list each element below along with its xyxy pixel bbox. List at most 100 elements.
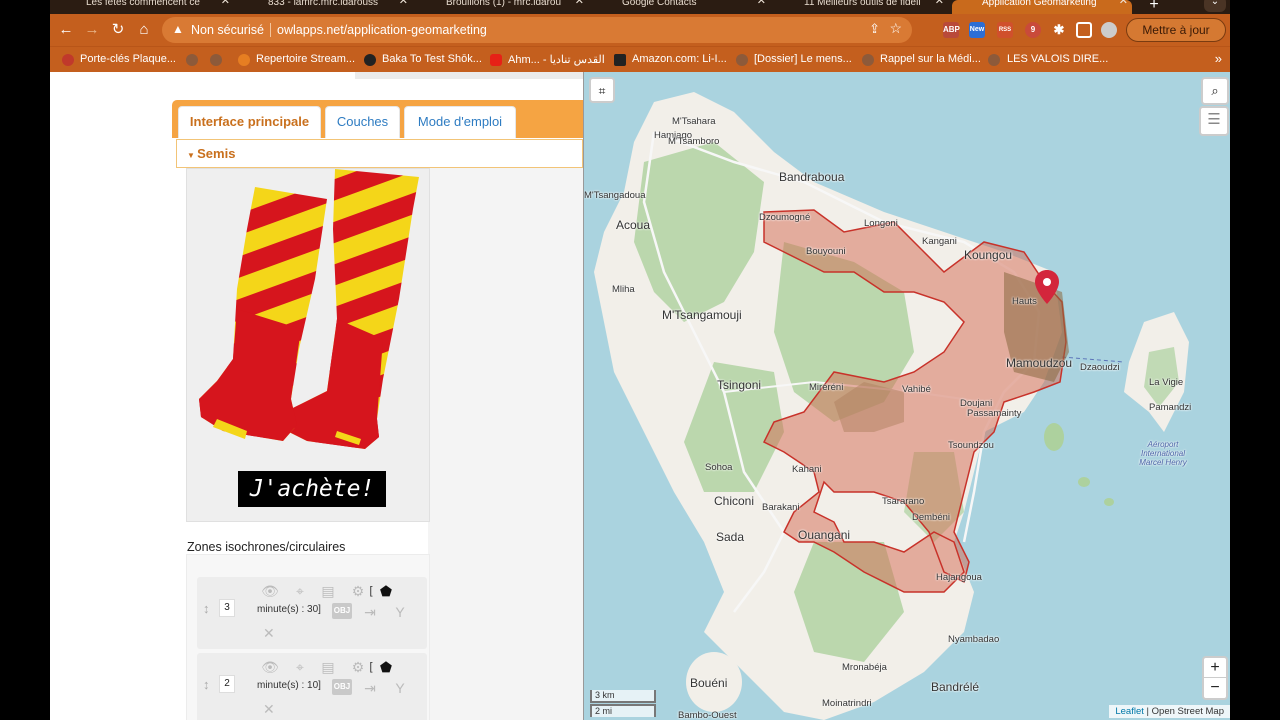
map-tiles bbox=[594, 92, 1189, 720]
accordion-semis[interactable]: ▼ Semis bbox=[176, 139, 583, 168]
browser-tab[interactable]: Brouillons (1) - mrc.idarou ✕ bbox=[416, 0, 588, 14]
warning-icon: ▲ bbox=[172, 22, 184, 36]
browser-tab[interactable]: Les fêtes commencent ce ✕ bbox=[56, 0, 234, 14]
layers-icon[interactable]: ☰ bbox=[1199, 106, 1229, 136]
crosshair-icon[interactable]: ⌖ bbox=[291, 658, 309, 676]
map-label: Longoni bbox=[864, 218, 898, 229]
reload-icon[interactable]: ↻ bbox=[108, 20, 128, 40]
bookmark-item[interactable]: [Dossier] Le mens... bbox=[754, 53, 852, 65]
address-bar[interactable]: ▲ Non sécurisé owlapps.net/application-g… bbox=[162, 17, 912, 43]
puzzle-icon[interactable]: ✱ bbox=[1051, 22, 1067, 38]
gear-icon[interactable]: ⚙ bbox=[349, 582, 367, 600]
update-button[interactable]: Mettre à jour bbox=[1126, 18, 1226, 42]
new-tab-icon[interactable]: + bbox=[1142, 0, 1166, 13]
bookmark-item[interactable]: Amazon.com: Li-I... bbox=[632, 53, 727, 65]
reorder-icon[interactable]: ↕ bbox=[203, 677, 210, 692]
close-tab-icon[interactable]: ✕ bbox=[221, 0, 230, 7]
crosshair-icon[interactable]: ⌖ bbox=[291, 582, 309, 600]
map-label: M'Tsangadoua bbox=[584, 190, 646, 201]
bookmark-item[interactable]: Repertoire Stream... bbox=[256, 53, 355, 65]
back-icon[interactable]: ← bbox=[56, 20, 76, 40]
tab-search-icon[interactable]: ⌄ bbox=[1204, 0, 1226, 12]
leaflet-link[interactable]: Leaflet bbox=[1115, 706, 1144, 717]
tab-mode-emploi[interactable]: Mode d'emploi bbox=[404, 106, 516, 138]
browser-toolbar: ← → ↻ ⌂ ▲ Non sécurisé owlapps.net/appli… bbox=[50, 14, 1230, 46]
close-tab-icon[interactable]: ✕ bbox=[935, 0, 944, 7]
location-marker-icon[interactable] bbox=[1034, 270, 1060, 306]
map-label: Bouyouni bbox=[806, 246, 846, 257]
fullscreen-icon[interactable]: ⌗ bbox=[589, 77, 615, 103]
abp-icon[interactable]: ABP bbox=[943, 22, 960, 38]
visibility-icon[interactable]: 👁 bbox=[261, 582, 279, 600]
browser-tab[interactable]: Google Contacts ✕ bbox=[592, 0, 770, 14]
obj-button[interactable]: OBJ bbox=[332, 603, 352, 619]
amazon-icon bbox=[614, 54, 626, 66]
share-icon[interactable]: ⇪ bbox=[869, 21, 880, 37]
browser-tab[interactable]: 11 Meilleurs outils de fidéli ✕ bbox=[774, 0, 948, 14]
panel-tab-header: Interface principale Couches Mode d'empl… bbox=[172, 100, 583, 138]
visibility-icon[interactable]: 👁 bbox=[261, 658, 279, 676]
export-icon[interactable]: ⇥ bbox=[361, 679, 379, 697]
bookmarks-overflow-icon[interactable]: » bbox=[1215, 51, 1222, 66]
close-tab-icon[interactable]: ✕ bbox=[575, 0, 584, 7]
obj-button[interactable]: OBJ bbox=[332, 679, 352, 695]
caret-down-icon: ▼ bbox=[187, 151, 198, 160]
zoom-out-button[interactable]: − bbox=[1204, 678, 1226, 698]
bookmark-item[interactable]: Rappel sur la Médi... bbox=[880, 53, 981, 65]
tab-bar: Les fêtes commencent ce ✕ 833 - lamrc.mrc… bbox=[50, 0, 1230, 14]
profile-avatar[interactable] bbox=[1101, 22, 1117, 38]
tab-couches[interactable]: Couches bbox=[325, 106, 400, 138]
pentagon-icon[interactable]: ⬟ bbox=[377, 658, 395, 676]
document-icon[interactable]: ▤ bbox=[319, 582, 337, 600]
buy-button[interactable]: J'achète! bbox=[238, 471, 386, 507]
sidebar-icon[interactable] bbox=[1076, 22, 1092, 38]
map[interactable]: M'Tsahara Hamjago M'Tsamboro M'Tsangadou… bbox=[583, 72, 1230, 720]
forward-icon[interactable]: → bbox=[82, 20, 102, 40]
omnibox-divider bbox=[270, 23, 271, 37]
bookmark-item[interactable]: LES VALOIS DIRE... bbox=[1007, 53, 1108, 65]
browser-tab[interactable]: 833 - lamrc.mrc.idarouss ✕ bbox=[238, 0, 412, 14]
map-label: Moinatrindri bbox=[822, 698, 872, 709]
zone-bracket: [ bbox=[369, 585, 373, 597]
tab-interface-principale[interactable]: Interface principale bbox=[178, 106, 321, 138]
map-attribution: Leaflet | Open Street Map bbox=[1109, 705, 1230, 718]
browser-tab-active[interactable]: Application Geomarketing ✕ bbox=[952, 0, 1132, 14]
map-label: Chiconi bbox=[714, 494, 755, 508]
ad-banner[interactable]: J'achète! bbox=[186, 168, 430, 522]
zoom-in-button[interactable]: + bbox=[1204, 658, 1226, 678]
rss-icon[interactable]: RSS bbox=[997, 22, 1013, 38]
bookmark-item[interactable]: Ahm... - القدس تناديا bbox=[508, 53, 605, 66]
map-label: Dembéni bbox=[912, 512, 951, 523]
close-tab-icon[interactable]: ✕ bbox=[757, 0, 766, 7]
export-icon[interactable]: ⇥ bbox=[361, 603, 379, 621]
bookmark-item[interactable]: Baka To Test Shōk... bbox=[382, 53, 482, 65]
home-icon[interactable]: ⌂ bbox=[134, 20, 154, 40]
filter-icon[interactable]: Y bbox=[391, 603, 409, 621]
bookmark-star-icon[interactable]: ☆ bbox=[889, 20, 902, 37]
bookmark-item[interactable]: Porte-clés Plaque... bbox=[80, 53, 176, 65]
map-search-icon[interactable]: ⌕ bbox=[1201, 77, 1229, 105]
tab-title: 11 Meilleurs outils de fidéli bbox=[804, 0, 921, 8]
close-tab-icon[interactable]: ✕ bbox=[1119, 0, 1128, 7]
reorder-icon[interactable]: ↕ bbox=[203, 601, 210, 616]
zone-index[interactable]: 2 bbox=[219, 675, 235, 693]
browser-chrome: Les fêtes commencent ce ✕ 833 - lamrc.mrc… bbox=[50, 0, 1230, 72]
security-label[interactable]: Non sécurisé bbox=[191, 23, 264, 37]
document-icon[interactable]: ▤ bbox=[319, 658, 337, 676]
map-label: Mliha bbox=[612, 284, 635, 295]
zone-index[interactable]: 3 bbox=[219, 599, 235, 617]
delete-icon[interactable]: ✕ bbox=[263, 625, 275, 642]
url-text[interactable]: owlapps.net/application-geomarketing bbox=[277, 23, 487, 37]
map-label: Bandrélé bbox=[931, 680, 980, 694]
pin-extension-icon[interactable]: 9 bbox=[1025, 22, 1041, 38]
pentagon-icon[interactable]: ⬟ bbox=[377, 582, 395, 600]
delete-icon[interactable]: ✕ bbox=[263, 701, 275, 718]
close-tab-icon[interactable]: ✕ bbox=[399, 0, 408, 7]
map-label: Passamainty bbox=[967, 408, 1022, 419]
tab-title: Les fêtes commencent ce bbox=[86, 0, 200, 8]
new-extension-icon[interactable]: New bbox=[969, 22, 985, 38]
osm-link[interactable]: Open Street Map bbox=[1152, 706, 1224, 717]
gear-icon[interactable]: ⚙ bbox=[349, 658, 367, 676]
map-label: Mamoudzou bbox=[1006, 356, 1073, 370]
filter-icon[interactable]: Y bbox=[391, 679, 409, 697]
